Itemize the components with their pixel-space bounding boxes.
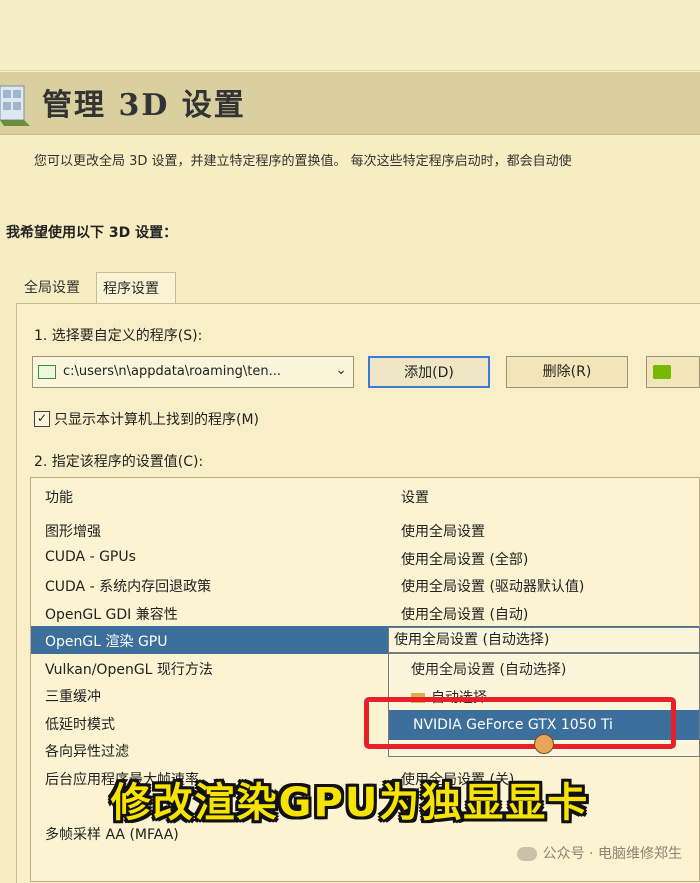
- show-local-programs-checkbox[interactable]: ✓: [34, 411, 50, 427]
- table-row[interactable]: CUDA - 系统内存回退政策 使用全局设置 (驱动器默认值): [31, 571, 699, 599]
- step2-label: 2. 指定该程序的设置值(C):: [34, 454, 204, 470]
- page-description: 您可以更改全局 3D 设置，并建立特定程序的置换值。 每次这些特定程序启动时，都…: [34, 154, 572, 169]
- wechat-icon: [516, 847, 537, 861]
- table-header: 功能 设置: [31, 478, 699, 516]
- nvidia-icon: [653, 365, 671, 379]
- tab-global-settings[interactable]: 全局设置: [18, 272, 94, 304]
- feature-name: OpenGL 渲染 GPU: [45, 634, 168, 650]
- feature-value: 使用全局设置: [401, 524, 485, 540]
- feature-value: 使用全局设置 (驱动器默认值): [401, 579, 585, 595]
- show-local-programs-label: 只显示本计算机上找到的程序(M): [54, 412, 260, 428]
- render-gpu-select[interactable]: 使用全局设置 (自动选择): [388, 627, 700, 653]
- feature-name: Vulkan/OpenGL 现行方法: [45, 661, 213, 678]
- feature-name: 图形增强: [45, 524, 101, 540]
- nvidia-restore-button[interactable]: [646, 356, 700, 388]
- mouse-cursor-icon: [534, 734, 554, 754]
- red-highlight-box: [364, 697, 676, 749]
- watermark: 公众号 · 电脑维修郑生: [516, 843, 682, 863]
- add-program-button[interactable]: 添加(D): [368, 356, 490, 388]
- feature-name: CUDA - 系统内存回退政策: [45, 579, 212, 595]
- column-setting: 设置: [401, 490, 429, 506]
- feature-value: 使用全局设置 (全部): [401, 551, 529, 568]
- caption-overlay: 修改渲染GPU为独显显卡: [110, 780, 590, 826]
- table-row[interactable]: CUDA - GPUs 使用全局设置 (全部): [31, 544, 699, 572]
- feature-name: OpenGL GDI 兼容性: [45, 606, 178, 623]
- section-label: 我希望使用以下 3D 设置：: [6, 225, 178, 241]
- step1-label: 1. 选择要自定义的程序(S):: [34, 328, 203, 344]
- feature-name: 低延时模式: [45, 716, 115, 733]
- 3d-settings-logo-icon: [0, 85, 30, 126]
- program-icon: [38, 365, 56, 379]
- tab-program-settings[interactable]: 程序设置: [96, 272, 176, 304]
- feature-name: CUDA - GPUs: [45, 548, 136, 565]
- feature-name: 各向异性过滤: [45, 744, 129, 760]
- chevron-down-icon[interactable]: ⌄: [335, 362, 347, 378]
- watermark-text: 公众号 · 电脑维修郑生: [542, 846, 682, 862]
- feature-name: 三重缓冲: [45, 689, 101, 705]
- option-global-auto[interactable]: 使用全局设置 (自动选择): [389, 656, 699, 684]
- feature-value: 使用全局设置 (自动): [401, 606, 529, 623]
- program-path: c:\users\n\appdata\roaming\ten...: [63, 364, 282, 379]
- column-feature: 功能: [45, 490, 73, 506]
- program-select[interactable]: c:\users\n\appdata\roaming\ten... ⌄: [32, 356, 354, 388]
- delete-program-button[interactable]: 删除(R): [506, 356, 628, 388]
- table-row[interactable]: OpenGL GDI 兼容性 使用全局设置 (自动): [31, 599, 699, 627]
- page-title: 管理 3D 设置: [42, 88, 246, 123]
- top-band: [0, 0, 700, 71]
- table-row[interactable]: 图形增强 使用全局设置: [31, 516, 699, 544]
